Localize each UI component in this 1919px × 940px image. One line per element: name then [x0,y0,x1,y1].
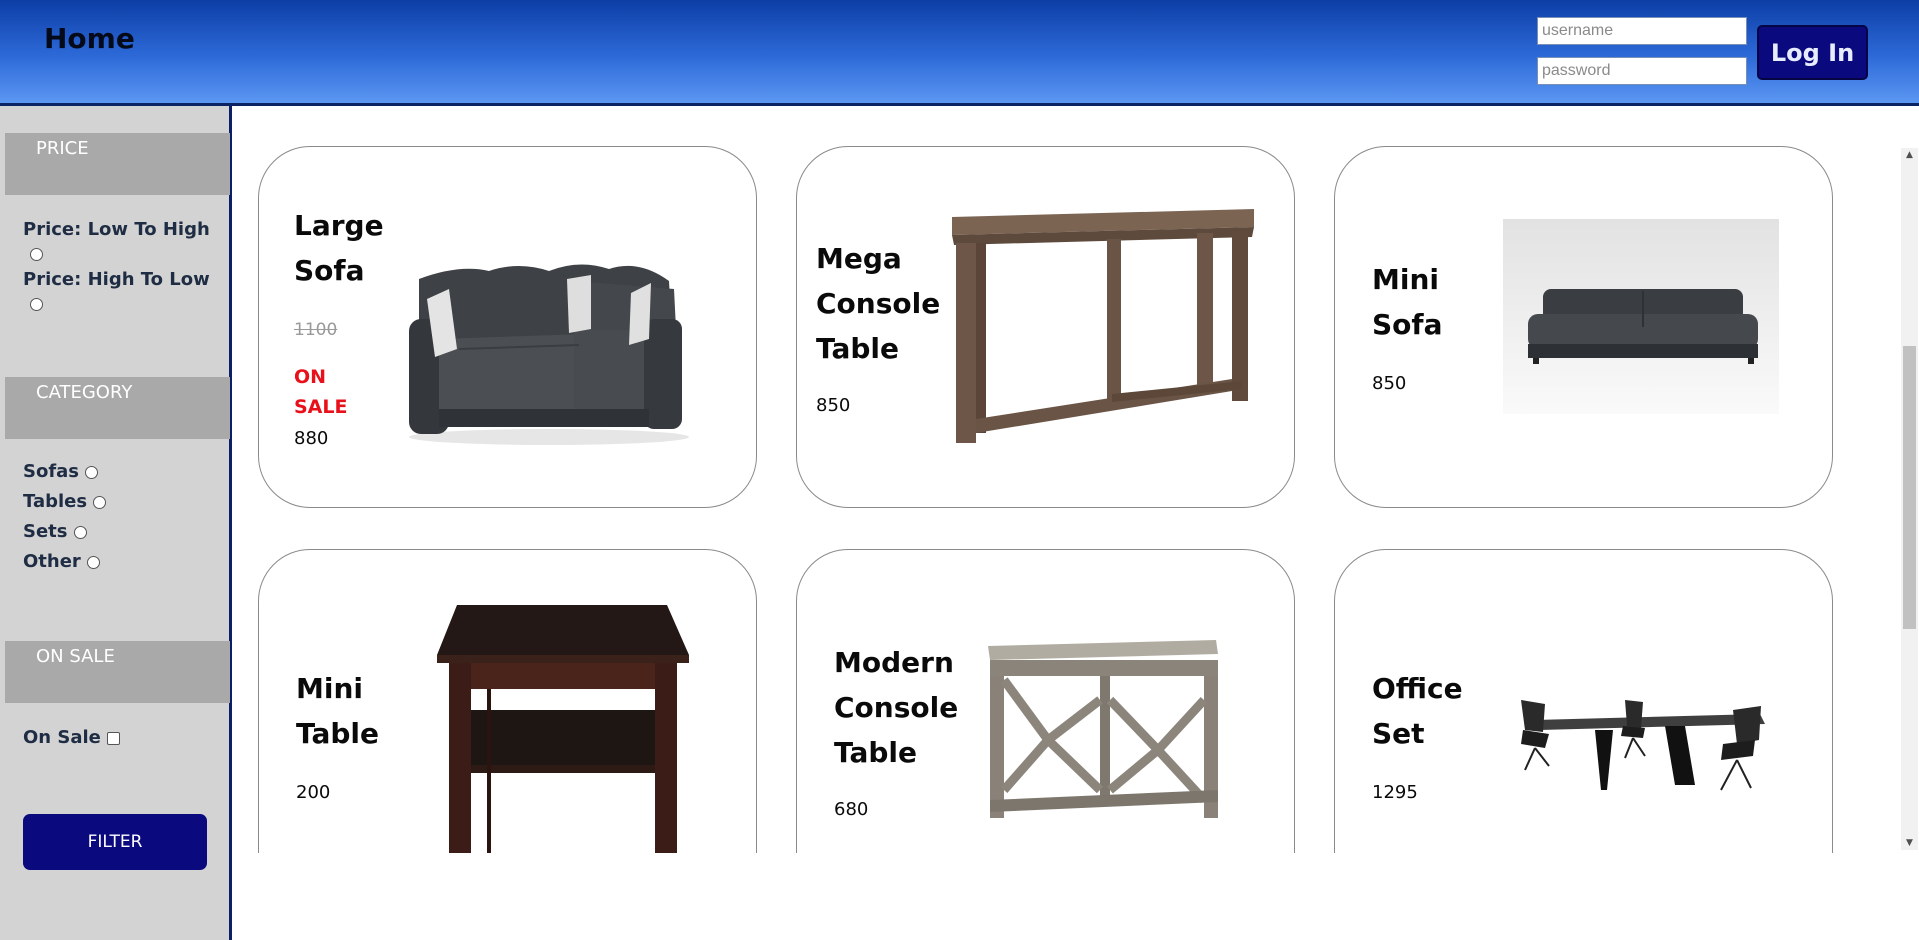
category-tables-option: Tables [23,491,107,512]
product-card-mini-table[interactable]: Mini Table 200 [258,549,757,853]
product-name: Mini Table [296,672,380,750]
filter-button[interactable]: FILTER [23,814,207,870]
product-card-office-set[interactable]: Office Set 1295 [1334,549,1833,853]
product-grid: Large Sofa 1100 ON SALE 880 Mega Console… [232,146,1892,853]
login-button[interactable]: Log In [1757,25,1868,80]
product-name: Mega Console Table [816,242,941,365]
product-price: 850 [816,395,851,416]
category-other-label: Other [23,551,81,572]
scroll-up-arrow-icon[interactable]: ▲ [1901,148,1918,162]
category-sets-label: Sets [23,521,68,542]
product-price: 850 [1372,373,1407,394]
on-sale-section-heading: ON SALE [5,641,230,703]
price-high-low-radio[interactable] [30,298,43,311]
category-tables-label: Tables [23,491,88,512]
category-sofas-option: Sofas [23,461,99,482]
scroll-thumb[interactable] [1903,346,1916,629]
price-low-high-option: Price: Low To High [23,219,210,240]
category-other-option: Other [23,551,101,572]
on-sale-label: On Sale [23,727,101,748]
product-name: Office Set [1372,672,1463,750]
price-high-low-option: Price: High To Low [23,269,210,290]
product-price: 680 [834,799,869,820]
product-name: Large Sofa [294,209,384,287]
category-sets-option: Sets [23,521,87,542]
filter-sidebar: PRICE Price: Low To High Price: High To … [0,106,232,940]
category-sets-radio[interactable] [73,525,87,539]
username-input[interactable] [1537,17,1747,45]
product-card-mini-sofa[interactable]: Mini Sofa 850 [1334,146,1833,508]
category-other-radio[interactable] [87,555,101,569]
price-high-low-label: Price: High To Low [23,269,210,290]
password-input[interactable] [1537,57,1747,85]
price-low-high-label: Price: Low To High [23,219,210,240]
on-sale-option: On Sale [23,727,121,748]
product-card-mega-console-table[interactable]: Mega Console Table 850 [796,146,1295,508]
category-section-heading: CATEGORY [5,377,230,439]
product-price: 880 [294,428,329,449]
scroll-down-arrow-icon[interactable]: ▼ [1901,836,1918,850]
category-tables-radio[interactable] [93,495,107,509]
top-header: Home Log In [0,0,1919,106]
product-name: Modern Console Table [834,646,959,769]
category-sofas-label: Sofas [23,461,80,482]
product-card-modern-console-table[interactable]: Modern Console Table 680 [796,549,1295,853]
original-price: 1100 [294,320,338,340]
sofa-image [1503,219,1779,414]
price-section-heading: PRICE [5,133,230,195]
content-scrollbar[interactable]: ▲ ▼ [1901,148,1918,850]
on-sale-badge: ON SALE [294,366,348,418]
product-grid-area: Large Sofa 1100 ON SALE 880 Mega Console… [232,106,1919,940]
product-card-large-sofa[interactable]: Large Sofa 1100 ON SALE 880 [258,146,757,508]
console-table-image [952,209,1254,443]
product-price: 1295 [1372,782,1418,803]
dining-set-image [1521,700,1765,791]
product-name: Mini Sofa [1372,263,1443,341]
side-table-image [437,605,689,853]
sectional-sofa-image [409,264,689,445]
on-sale-checkbox[interactable] [107,731,121,745]
home-title[interactable]: Home [44,22,135,55]
product-price: 200 [296,782,331,803]
lattice-console-image [988,640,1218,818]
price-low-high-radio[interactable] [30,248,43,261]
category-sofas-radio[interactable] [85,465,99,479]
